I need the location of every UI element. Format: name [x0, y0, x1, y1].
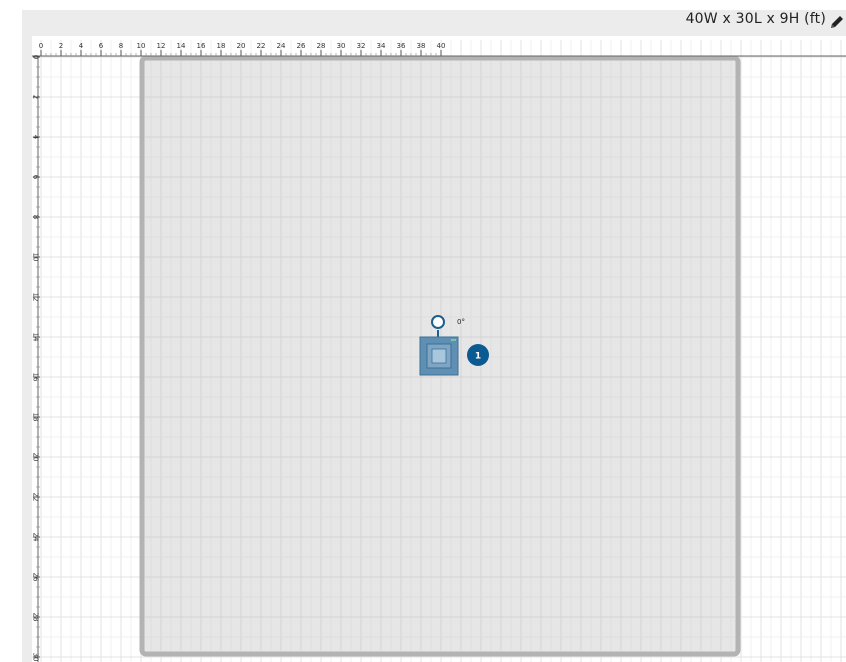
ruler-x-tick-label: 16 [197, 42, 206, 50]
ruler-y-tick-label: 18 [32, 413, 40, 422]
ruler-x-tick-label: 22 [257, 42, 266, 50]
ruler-x-tick-label: 20 [237, 42, 246, 50]
ruler-y-tick-label: 12 [32, 293, 40, 302]
rotation-angle-label: 0° [457, 318, 465, 326]
ruler-y-tick-label: 14 [32, 333, 40, 342]
ruler-x-tick-label: 8 [119, 42, 123, 50]
ruler-x-tick-label: 30 [337, 42, 346, 50]
ruler-y-tick-label: 8 [32, 215, 40, 219]
ruler-x-tick-label: 6 [99, 42, 104, 50]
ruler-y-tick-label: 16 [32, 373, 40, 382]
ruler-x-tick-label: 4 [79, 42, 84, 50]
ruler-x-tick-label: 10 [137, 42, 146, 50]
ruler-y-tick-label: 24 [32, 533, 40, 542]
ruler-y-tick-label: 28 [32, 613, 40, 622]
ruler-x-tick-label: 14 [177, 42, 186, 50]
ruler-y-tick-label: 20 [32, 453, 40, 462]
ruler-y-tick-label: 22 [32, 493, 40, 502]
device-status-indicator [451, 339, 456, 341]
ruler-y-tick-label: 26 [32, 573, 40, 582]
ruler-x-tick-label: 18 [217, 42, 226, 50]
ruler-x-tick-label: 26 [297, 42, 306, 50]
device-core [431, 348, 447, 364]
ruler-x-tick-label: 2 [59, 42, 63, 50]
ruler-x-tick-label: 12 [157, 42, 166, 50]
ruler-x-tick-label: 28 [317, 42, 326, 50]
ruler-y-tick-label: 2 [32, 95, 40, 99]
ruler-y-tick-label: 6 [32, 175, 40, 180]
ruler-x-tick-label: 24 [277, 42, 286, 50]
ruler-x-tick-label: 40 [437, 42, 446, 50]
vertical-ruler: 024681012141618202224262830 [32, 55, 40, 662]
ruler-y-tick-label: 0 [32, 55, 40, 59]
ruler-x-tick-label: 36 [397, 42, 406, 50]
ruler-y-tick-label: 10 [32, 253, 40, 262]
ruler-y-tick-label: 4 [32, 135, 40, 140]
rotation-handle[interactable] [431, 315, 445, 329]
horizontal-ruler: 0 2 4 6 8 10 12 14 16 18 20 22 24 26 28 30 32 34 36 38 40 [32, 42, 846, 57]
ruler-y-tick-label: 30 [32, 653, 40, 662]
ruler-x-tick-label: 38 [417, 42, 426, 50]
ruler-x-tick-label: 32 [357, 42, 366, 50]
device-number-label: 1 [475, 352, 481, 362]
ruler-x-tick-label: 34 [377, 42, 386, 50]
ruler-x-tick-label: 0 [39, 42, 43, 50]
floor-plan-canvas[interactable]: 0 2 4 6 8 10 12 14 16 18 20 22 24 26 28 30 32 34 36 38 40 02… [0, 0, 846, 662]
